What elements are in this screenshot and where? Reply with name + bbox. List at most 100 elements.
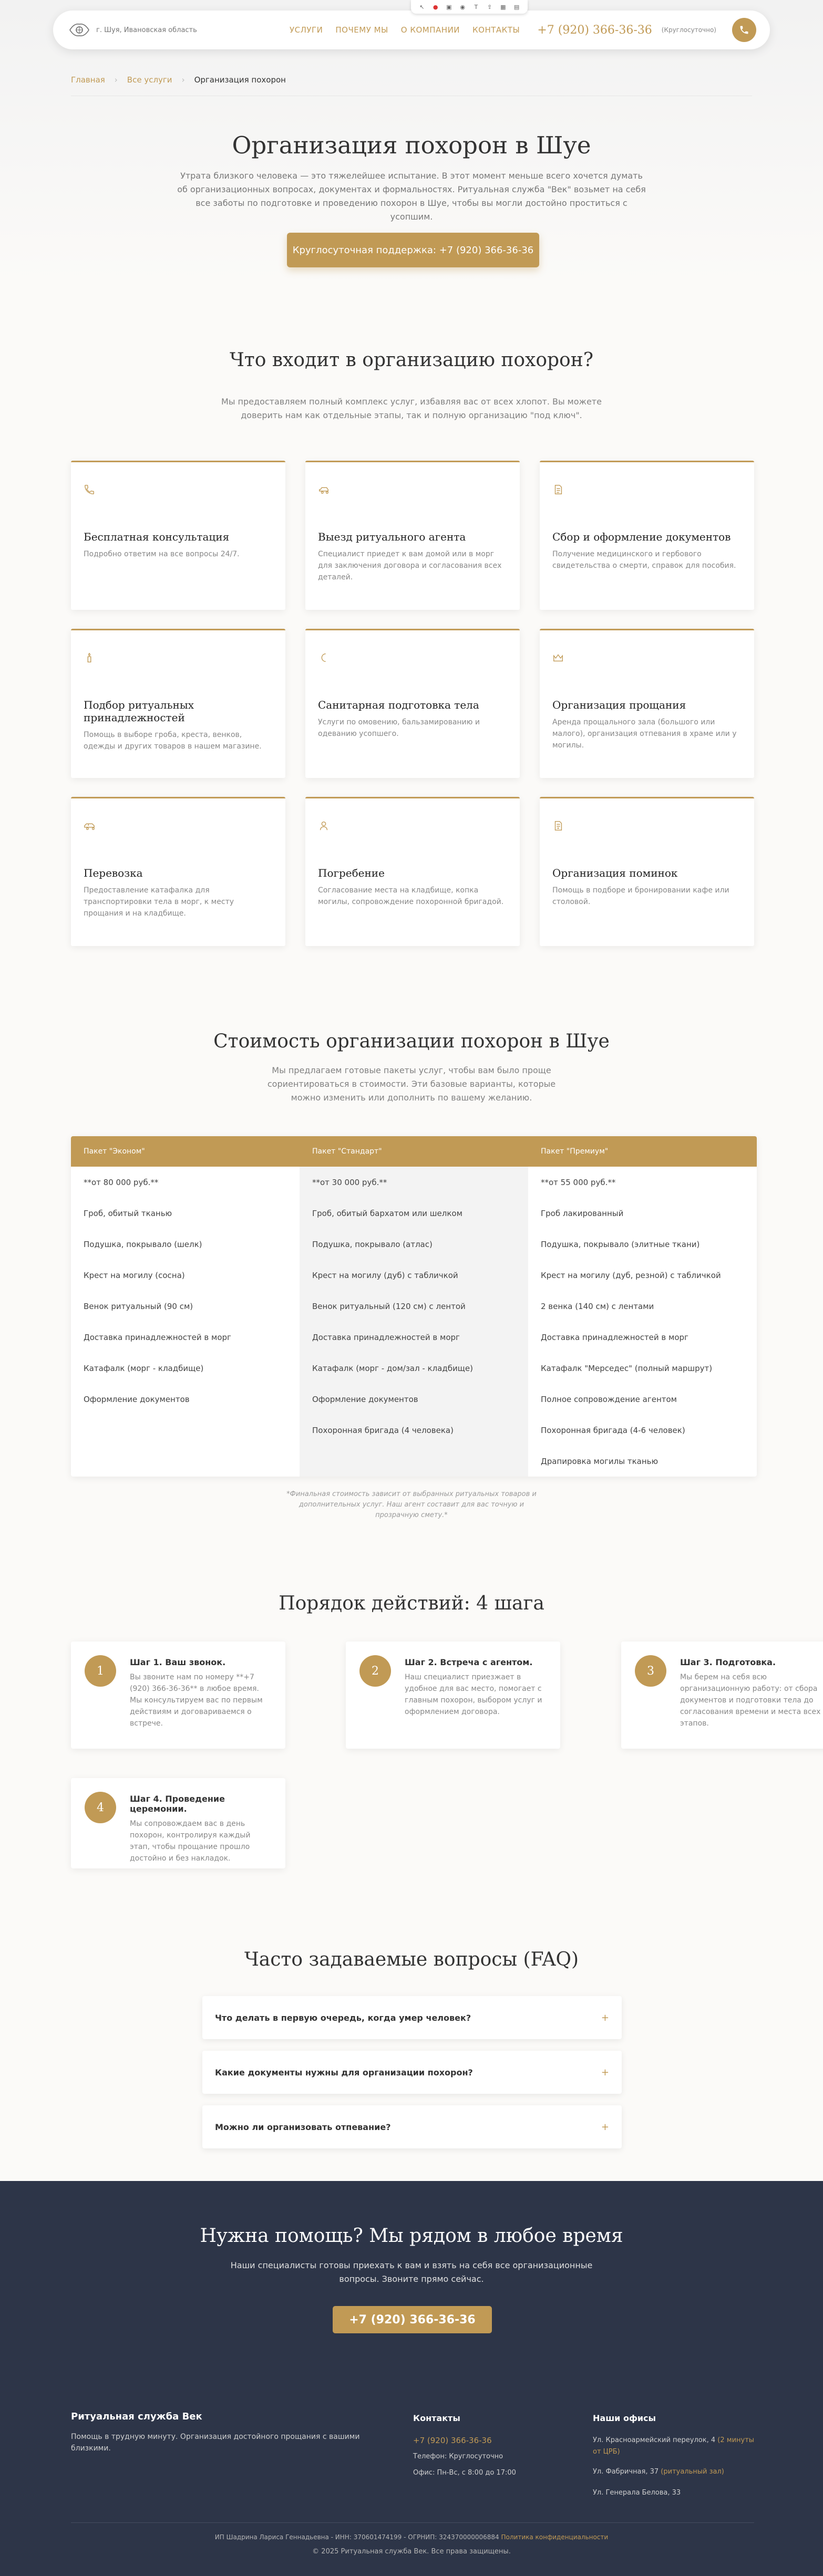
package-item: Доставка принадлежностей в морг xyxy=(84,1332,231,1342)
package-price: **от 30 000 руб.** xyxy=(312,1177,387,1187)
pricing-subtitle: Мы предлагаем готовые пакеты услуг, чтоб… xyxy=(267,1065,556,1103)
memo-icon xyxy=(552,815,573,836)
hero-text: Утрата близкого человека — это тяжелейше… xyxy=(177,171,646,222)
header-city: г. Шуя, Ивановская область xyxy=(96,26,197,34)
share-icon[interactable]: ⇪ xyxy=(486,3,493,11)
text-icon[interactable]: T xyxy=(472,3,480,11)
services-title: Что входит в организацию похорон? xyxy=(229,349,594,371)
logo[interactable] xyxy=(67,19,92,40)
service-card-title: Погребение xyxy=(318,867,385,879)
steps-title: Порядок действий: 4 шага xyxy=(279,1593,544,1614)
file-icon[interactable]: ▤ xyxy=(513,3,520,11)
step-number: 4 xyxy=(85,1792,116,1823)
service-card: Сбор и оформление документов Получение ме… xyxy=(540,461,754,610)
breadcrumb-services[interactable]: Все услуги xyxy=(127,75,172,85)
cta-title: Нужна помощь? Мы рядом в любое время xyxy=(200,2225,623,2247)
phone-icon xyxy=(84,479,105,500)
faq-item[interactable]: Что делать в первую очередь, когда умер … xyxy=(202,1996,622,2039)
service-card: Санитарная подготовка тела Услуги по омов… xyxy=(305,629,520,778)
plus-icon[interactable]: + xyxy=(601,2012,609,2023)
package-item: Гроб, обитый тканью xyxy=(84,1208,172,1218)
package-item: Гроб лакированный xyxy=(541,1208,624,1218)
camera-icon[interactable]: ◉ xyxy=(459,3,466,11)
package-item: Доставка принадлежностей в морг xyxy=(541,1332,688,1342)
footer-phone[interactable]: +7 (920) 366-36-36 xyxy=(413,2435,492,2446)
image-icon[interactable]: ▣ xyxy=(445,3,452,11)
footer-legal: ИП Шадрина Лариса Геннадьевна - ИНН: 370… xyxy=(214,2533,499,2541)
call-button[interactable] xyxy=(732,18,756,42)
support-button[interactable]: Круглосуточная поддержка: +7 (920) 366-3… xyxy=(287,233,539,267)
nav-about[interactable]: О КОМПАНИИ xyxy=(401,25,460,35)
package-item: Венок ритуальный (120 см) с лентой xyxy=(312,1301,466,1311)
service-card-title: Выезд ритуального агента xyxy=(318,531,466,543)
footer-office-hours: Офис: Пн-Вс, с 8:00 до 17:00 xyxy=(413,2469,516,2477)
footer-brand: Ритуальная служба Век xyxy=(71,2411,202,2422)
step-title: Шаг 4. Проведение церемонии. xyxy=(130,1794,225,1814)
package-item: Полное сопровождение агентом xyxy=(541,1394,677,1404)
service-card-desc: Подробно ответим на все вопросы 24/7. xyxy=(84,550,240,558)
package-premium-column: **от 55 000 руб.** Гроб лакированный Подуш… xyxy=(528,1167,757,1477)
footer-brand-text: Помощь в трудную минуту. Организация дос… xyxy=(71,2433,360,2453)
service-card: Организация поминок Помощь в подборе и бр… xyxy=(540,797,754,946)
browser-extension-toolbar: ↖ ● ▣ ◉ T ⇪ ▦ ▤ xyxy=(411,0,528,14)
footer-divider xyxy=(71,2522,754,2523)
package-item: Катафалк (морг - кладбище) xyxy=(84,1363,204,1373)
hearse-icon xyxy=(84,815,105,836)
site-header: г. Шуя, Ивановская область УСЛУГИ ПОЧЕМУ… xyxy=(53,11,770,49)
footer-offices-title: Наши офисы xyxy=(593,2413,656,2423)
moon-icon xyxy=(318,647,339,668)
step-number: 1 xyxy=(85,1655,116,1687)
faq-item[interactable]: Какие документы нужны для организации по… xyxy=(202,2051,622,2094)
cta-phone-button[interactable]: +7 (920) 366-36-36 xyxy=(333,2306,492,2333)
package-item: Катафалк "Мерседес" (полный маршрут) xyxy=(541,1363,713,1373)
package-item: Гроб, обитый бархатом или шелком xyxy=(312,1208,462,1218)
package-item: Оформление документов xyxy=(84,1394,190,1404)
step-card: 3 Шаг 3. Подготовка. Мы берем на себя всю … xyxy=(621,1642,823,1749)
service-card-desc: Специалист приедет к вам домой или в мор… xyxy=(318,550,502,581)
pricing-table-body: **от 80 000 руб.** Гроб, обитый тканью Под… xyxy=(71,1167,757,1477)
office-address: Ул. Фабричная, 37 xyxy=(593,2468,659,2476)
footer-contacts-title: Контакты xyxy=(413,2413,460,2423)
package-item: Крест на могилу (дуб) с табличкой xyxy=(312,1270,458,1280)
main-nav: УСЛУГИ ПОЧЕМУ МЫ О КОМПАНИИ КОНТАКТЫ xyxy=(290,25,520,35)
faq-question: Какие документы нужны для организации по… xyxy=(215,2067,473,2078)
plus-icon[interactable]: + xyxy=(601,2122,609,2133)
person-icon xyxy=(318,815,339,836)
service-card-title: Организация прощания xyxy=(552,699,686,711)
package-item: Катафалк (морг - дом/зал - кладбище) xyxy=(312,1363,473,1373)
page-title: Организация похорон в Шуе xyxy=(232,131,591,159)
service-card-title: Сбор и оформление документов xyxy=(552,531,731,543)
footer-copyright: © 2025 Ритуальная служба Век. Все права … xyxy=(312,2548,511,2556)
breadcrumb-current: Организация похорон xyxy=(194,75,286,85)
step-desc: Вы звоните нам по номеру **+7 (920) 366-… xyxy=(130,1673,263,1728)
cursor-icon[interactable]: ↖ xyxy=(418,3,426,11)
service-card: Бесплатная консультация Подробно ответим … xyxy=(71,461,285,610)
package-item: 2 венка (140 см) с лентами xyxy=(541,1301,654,1311)
step-card: 4 Шаг 4. Проведение церемонии. Мы сопровож… xyxy=(71,1778,285,1868)
package-item: Подушка, покрывало (атлас) xyxy=(312,1239,433,1249)
nav-why-us[interactable]: ПОЧЕМУ МЫ xyxy=(335,25,388,35)
package-premium-header: Пакет "Премиум" xyxy=(541,1147,609,1156)
faq-item[interactable]: Можно ли организовать отпевание? + xyxy=(202,2105,622,2148)
pricing-note: *Финальная стоимость зависит от выбранны… xyxy=(286,1490,537,1519)
step-number: 2 xyxy=(359,1655,391,1687)
step-desc: Мы берем на себя всю организационную раб… xyxy=(680,1673,821,1728)
footer-phone-label: Телефон: Круглосуточно xyxy=(413,2453,503,2460)
breadcrumb-home[interactable]: Главная xyxy=(71,75,105,85)
package-price: **от 80 000 руб.** xyxy=(84,1177,159,1187)
privacy-link[interactable]: Политика конфиденциальности xyxy=(501,2533,609,2541)
nav-services[interactable]: УСЛУГИ xyxy=(290,25,323,35)
package-standard-column: **от 30 000 руб.** Гроб, обитый бархатом … xyxy=(300,1167,528,1477)
step-title: Шаг 1. Ваш звонок. xyxy=(130,1657,226,1667)
header-phone[interactable]: +7 (920) 366-36-36 xyxy=(537,24,652,37)
step-card: 1 Шаг 1. Ваш звонок. Вы звоните нам по ном… xyxy=(71,1642,285,1749)
plus-icon[interactable]: + xyxy=(601,2067,609,2078)
package-item: Подушка, покрывало (шелк) xyxy=(84,1239,202,1249)
office-note: (ритуальный зал) xyxy=(661,2468,724,2476)
record-icon[interactable]: ● xyxy=(432,3,439,11)
footer-office-2: Ул. Фабричная, 37 (ритуальный зал) xyxy=(593,2466,761,2478)
faq-question: Что делать в первую очередь, когда умер … xyxy=(215,2012,471,2023)
nav-contacts[interactable]: КОНТАКТЫ xyxy=(472,25,520,35)
grid-icon[interactable]: ▦ xyxy=(499,3,507,11)
logo-emblem-icon xyxy=(69,23,89,37)
